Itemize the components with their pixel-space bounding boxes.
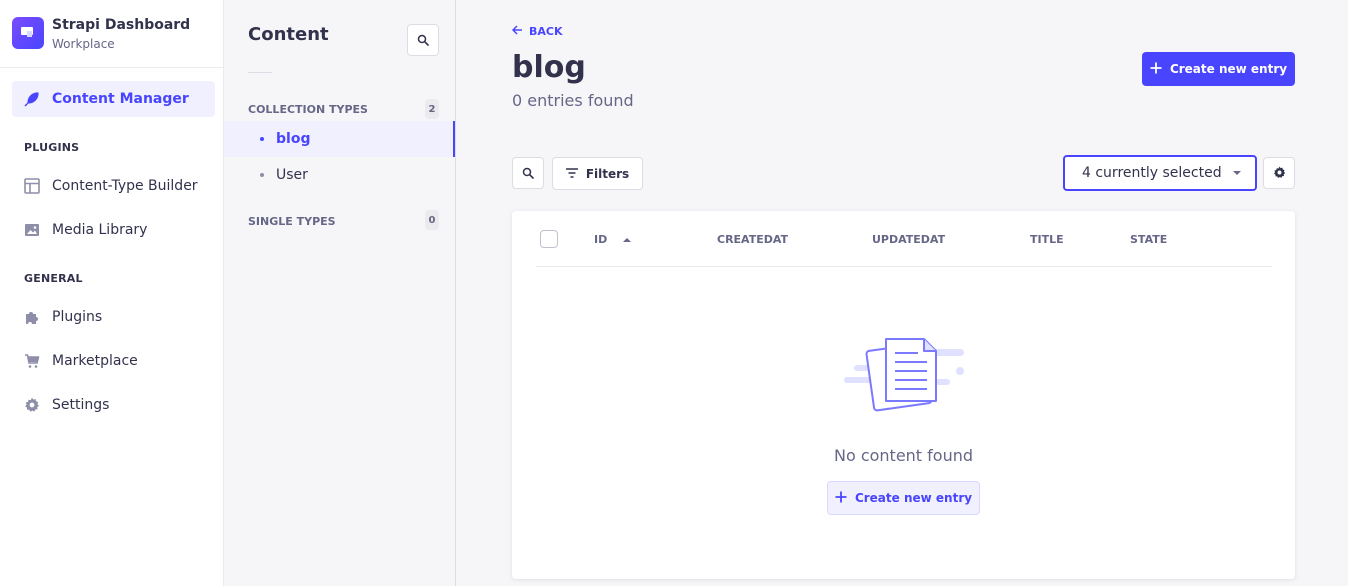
main-navigation: Strapi Dashboard Workplace Content Manag… [0, 0, 224, 586]
select-value: 4 currently selected [1082, 165, 1222, 181]
nav-settings[interactable]: Settings [12, 387, 215, 423]
plus-icon [1150, 62, 1162, 77]
sub-nav-item-user[interactable]: User [224, 157, 455, 193]
nav-plugins[interactable]: Plugins [12, 299, 215, 335]
empty-documents-icon [840, 335, 970, 415]
column-header-createdat[interactable]: CREATEDAT [717, 233, 788, 246]
column-label: CREATEDAT [717, 233, 789, 246]
bullet-icon [260, 173, 264, 177]
nav-marketplace[interactable]: Marketplace [12, 343, 215, 379]
table-header: ID CREATEDAT UPDATEDAT TITLE STATE [536, 211, 1272, 267]
nav-label: Media Library [52, 222, 148, 238]
entries-table: ID CREATEDAT UPDATEDAT TITLE STATE No co… [512, 211, 1295, 579]
list-settings-button[interactable] [1263, 157, 1295, 189]
search-icon [417, 31, 429, 50]
displayed-columns-select[interactable]: 4 currently selected [1063, 155, 1257, 191]
nav-label: Marketplace [52, 353, 138, 369]
section-heading-general: GENERAL [24, 272, 83, 285]
button-label: Filters [585, 166, 630, 181]
column-label: STATE [1130, 233, 1168, 246]
create-new-entry-button[interactable]: Create new entry [1142, 52, 1295, 86]
sub-nav-search-button[interactable] [407, 24, 439, 56]
column-label: UPDATEDAT [872, 233, 946, 246]
nav-content-manager[interactable]: Content Manager [12, 81, 215, 117]
nav-label: Settings [52, 397, 110, 413]
nav-label: Plugins [52, 309, 103, 325]
brand-header: Strapi Dashboard Workplace [0, 0, 223, 68]
collection-types-heading[interactable]: COLLECTION TYPES [248, 103, 368, 116]
single-types-heading[interactable]: SINGLE TYPES [248, 215, 336, 228]
back-label: BACK [529, 25, 563, 38]
column-header-state[interactable]: STATE [1130, 233, 1167, 246]
cart-icon [24, 353, 40, 369]
divider [248, 72, 272, 73]
image-icon [24, 222, 40, 238]
page-title: blog [512, 50, 586, 85]
column-header-updatedat[interactable]: UPDATEDAT [872, 233, 945, 246]
sub-nav-item-label: blog [276, 131, 311, 147]
column-header-title[interactable]: TITLE [1030, 233, 1064, 246]
button-label: Create new entry [854, 491, 973, 505]
table-search-button[interactable] [512, 157, 544, 189]
filter-icon [565, 167, 578, 181]
column-label: TITLE [1030, 233, 1064, 246]
sub-nav-title: Content [248, 24, 329, 45]
empty-state-message: No content found [833, 446, 974, 465]
select-all-checkbox[interactable] [540, 230, 558, 248]
filters-button[interactable]: Filters [552, 157, 643, 190]
entries-count: 0 entries found [512, 91, 634, 110]
column-label: ID [594, 233, 608, 246]
nav-media-library[interactable]: Media Library [12, 212, 215, 248]
section-heading-plugins: PLUGINS [24, 141, 80, 154]
sub-nav-item-blog[interactable]: blog [224, 121, 455, 157]
feather-icon [24, 91, 40, 107]
gear-icon [24, 397, 40, 413]
chevron-down-icon [1233, 171, 1241, 175]
nav-label: Content Manager [52, 91, 189, 107]
brand-subtitle: Workplace [52, 37, 115, 51]
search-icon [522, 164, 534, 183]
brand-title: Strapi Dashboard [52, 17, 191, 33]
empty-create-new-entry-button[interactable]: Create new entry [827, 481, 980, 515]
sub-nav-item-label: User [276, 167, 308, 183]
nav-label: Content-Type Builder [52, 178, 198, 194]
collection-types-count: 2 [425, 99, 439, 119]
plus-icon [835, 491, 847, 506]
bullet-icon [260, 137, 264, 141]
button-label: Create new entry [1169, 62, 1288, 76]
content-sub-navigation: Content COLLECTION TYPES 2 blog User SIN… [224, 0, 456, 586]
back-link[interactable]: BACK [511, 25, 563, 38]
sort-ascending-icon [623, 237, 632, 242]
column-header-id[interactable]: ID [594, 233, 632, 246]
strapi-logo-icon [12, 17, 44, 49]
puzzle-icon [24, 309, 40, 325]
gear-icon [1273, 164, 1286, 183]
nav-content-type-builder[interactable]: Content-Type Builder [12, 168, 215, 204]
layout-icon [24, 178, 40, 194]
arrow-left-icon [511, 25, 523, 38]
single-types-count: 0 [425, 210, 439, 230]
